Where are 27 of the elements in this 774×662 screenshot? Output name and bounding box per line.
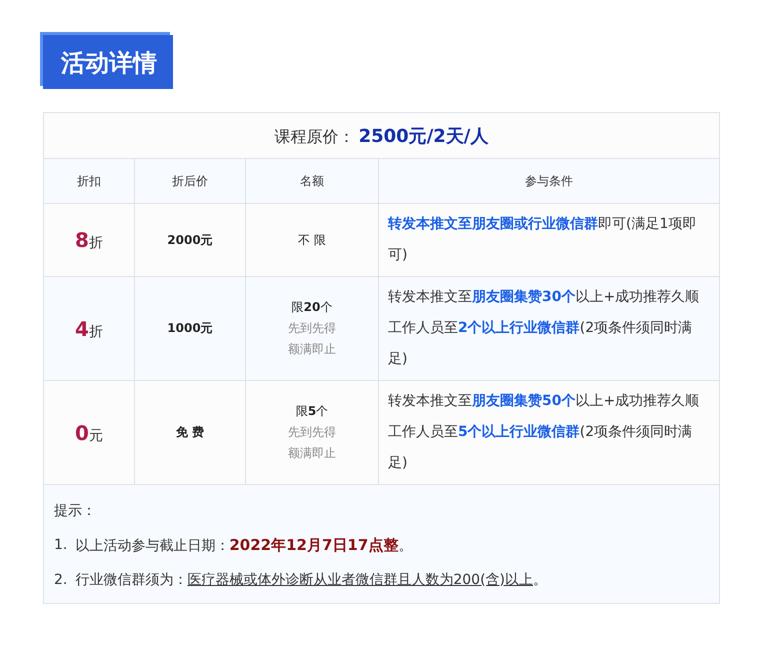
list-number: 2.	[54, 571, 68, 590]
quota-limit: 限5个	[294, 403, 330, 420]
notes-title: 提示：	[54, 502, 97, 521]
column-header: 折扣	[77, 174, 101, 188]
quota-note: 先到先得	[287, 320, 337, 337]
column-header: 折后价	[172, 174, 208, 188]
condition-text: 转发本推文至朋友圈集赞50个以上+成功推荐久顺工作人员至5个以上行业微信群(2项条件须同时满足)	[388, 393, 700, 471]
discounted-price: 1000元	[167, 321, 213, 335]
quota-limit: 不 限	[297, 232, 327, 248]
discounted-price: 2000元	[167, 232, 213, 246]
quota-note: 额满即止	[287, 445, 337, 462]
condition-text: 转发本推文至朋友圈集赞30个以上+成功推荐久顺工作人员至2个以上行业微信群(2项条件须同时满足)	[388, 289, 700, 367]
condition-text: 转发本推文至朋友圈或行业微信群即可(满足1项即可)	[388, 216, 696, 263]
note-text: 行业微信群须为：医疗器械或体外诊断从业者微信群且人数为200(含)以上。	[75, 571, 548, 590]
discount-text: 4折	[75, 324, 103, 340]
section-heading: 活动详情	[43, 35, 173, 89]
note-text: 以上活动参与截止日期：2022年12月7日17点整。	[75, 535, 412, 556]
quota-note: 额满即止	[287, 341, 337, 358]
column-header: 参与条件	[525, 174, 573, 188]
column-header: 名额	[300, 174, 324, 188]
quota-note: 先到先得	[287, 424, 337, 441]
discount-text: 0元	[75, 428, 103, 444]
quota-limit: 限20个	[290, 299, 334, 316]
price-label: 课程原价：	[274, 126, 355, 146]
list-number: 1.	[54, 536, 68, 555]
discounted-price: 免 费	[176, 425, 204, 439]
price-value: 2500元/2天/人	[358, 126, 488, 146]
